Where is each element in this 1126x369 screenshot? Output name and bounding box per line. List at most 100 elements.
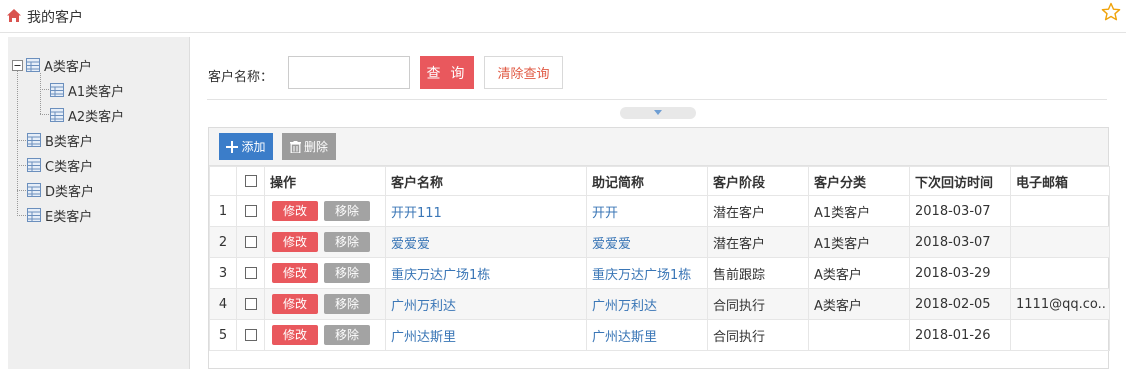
add-button-label: 添加 [241,140,266,154]
stage-cell: 潜在客户 [707,195,809,227]
col-header-actions: 操作 [264,166,386,196]
node-table-icon [50,83,64,97]
table-row[interactable]: 3 修改 移除 重庆万达广场1栋 重庆万达广场1栋 售前跟踪 A类客户 2018-… [209,257,1110,289]
tree-connector [17,165,26,166]
customer-grid: 添加 删除 操作 客户名称 助记简称 客户阶段 客户分类 下次回访时间 电子邮箱… [208,127,1110,369]
col-header-category[interactable]: 客户分类 [808,166,910,196]
row-select-cell [236,226,265,258]
customer-name-input[interactable] [288,56,410,89]
tree-node-label: B类客户 [45,134,93,150]
select-all-checkbox[interactable] [244,175,257,187]
collapse-search-handle[interactable] [620,107,696,119]
email-cell [1010,226,1110,258]
table-row[interactable]: 2 修改 移除 爱爱爱 爱爱爱 潜在客户 A1类客户 2018-03-07 [209,226,1110,258]
category-cell [808,319,910,351]
row-number: 3 [209,257,237,289]
clear-query-button[interactable]: 清除查询 [484,56,563,89]
favorite-star-icon[interactable] [1101,2,1121,22]
row-select-cell [236,195,265,227]
email-cell [1010,319,1110,351]
row-checkbox[interactable] [244,267,257,279]
edit-button[interactable]: 修改 [272,263,318,283]
node-table-icon [27,183,41,197]
row-checkbox[interactable] [244,329,257,341]
query-button[interactable]: 查 询 [420,56,474,89]
email-cell: 1111@qq.co.. [1010,288,1110,320]
short-name-link[interactable]: 广州达斯里 [586,319,708,351]
search-bar: 客户名称： 查 询 清除查询 [207,48,1107,100]
node-table-icon [27,133,41,147]
tree-node-label: D类客户 [45,184,95,200]
customer-name-label: 客户名称： [208,70,274,85]
tree-node-e[interactable]: E类客户 [27,206,93,225]
col-header-stage[interactable]: 客户阶段 [707,166,809,196]
node-table-icon [26,58,40,72]
remove-button[interactable]: 移除 [324,325,370,345]
email-cell [1010,195,1110,227]
row-select-cell [236,257,265,289]
customer-name-link[interactable]: 广州达斯里 [385,319,587,351]
table-row[interactable]: 1 修改 移除 开开111 开开 潜在客户 A1类客户 2018-03-07 [209,195,1110,227]
short-name-link[interactable]: 广州万利达 [586,288,708,320]
remove-button[interactable]: 移除 [324,201,370,221]
row-actions: 修改 移除 [264,226,386,258]
short-name-link[interactable]: 爱爱爱 [586,226,708,258]
remove-button[interactable]: 移除 [324,294,370,314]
tree-node-label: C类客户 [45,159,94,175]
col-header-rownum [209,166,237,196]
tree-node-a1[interactable]: A1类客户 [50,81,124,100]
tree-connector [17,215,26,216]
row-checkbox[interactable] [244,298,257,310]
category-cell: A类客户 [808,257,910,289]
remove-button[interactable]: 移除 [324,263,370,283]
customer-name-link[interactable]: 重庆万达广场1栋 [385,257,587,289]
customer-name-link[interactable]: 广州万利达 [385,288,587,320]
top-bar: 我的客户 [0,0,1126,33]
grid-toolbar: 添加 删除 [209,128,1108,166]
tree-node-d[interactable]: D类客户 [27,181,95,200]
edit-button[interactable]: 修改 [272,325,318,345]
col-header-customer-name[interactable]: 客户名称 [385,166,587,196]
trash-icon [289,140,301,153]
tree-node-c[interactable]: C类客户 [27,156,94,175]
stage-cell: 合同执行 [707,319,809,351]
tree-node-a2[interactable]: A2类客户 [50,106,124,125]
next-visit-cell: 2018-02-05 [909,288,1011,320]
edit-button[interactable]: 修改 [272,232,318,252]
col-header-next-visit[interactable]: 下次回访时间 [909,166,1011,196]
remove-button[interactable]: 移除 [324,232,370,252]
table-row[interactable]: 4 修改 移除 广州万利达 广州万利达 合同执行 A类客户 2018-02-05 … [209,288,1110,320]
next-visit-cell: 2018-03-29 [909,257,1011,289]
tree-connector [17,70,18,216]
table-row[interactable]: 5 修改 移除 广州达斯里 广州达斯里 合同执行 2018-01-26 [209,319,1110,351]
row-checkbox[interactable] [244,236,257,248]
stage-cell: 合同执行 [707,288,809,320]
tree-connector [40,89,49,90]
row-number: 5 [209,319,237,351]
row-actions: 修改 移除 [264,288,386,320]
next-visit-cell: 2018-01-26 [909,319,1011,351]
tree-node-label: E类客户 [45,209,93,225]
add-button[interactable]: 添加 [219,133,273,160]
delete-button[interactable]: 删除 [282,133,336,160]
category-tree: A类客户 A1类客户 A2类客户 B类客户 C类客户 D类客户 E类客户 [8,37,190,369]
short-name-link[interactable]: 重庆万达广场1栋 [586,257,708,289]
row-actions: 修改 移除 [264,319,386,351]
tree-node-b[interactable]: B类客户 [27,131,93,150]
customer-name-link[interactable]: 爱爱爱 [385,226,587,258]
next-visit-cell: 2018-03-07 [909,226,1011,258]
row-checkbox[interactable] [244,205,257,217]
delete-button-label: 删除 [303,140,328,154]
page-title: 我的客户 [27,10,83,26]
customer-name-link[interactable]: 开开111 [385,195,587,227]
stage-cell: 潜在客户 [707,226,809,258]
collapse-minus-icon[interactable] [12,59,23,71]
row-select-cell [236,319,265,351]
tree-node-a[interactable]: A类客户 [12,56,92,75]
col-header-email[interactable]: 电子邮箱 [1010,166,1110,196]
col-header-short-name[interactable]: 助记简称 [586,166,708,196]
short-name-link[interactable]: 开开 [586,195,708,227]
plus-icon [226,140,239,153]
edit-button[interactable]: 修改 [272,201,318,221]
edit-button[interactable]: 修改 [272,294,318,314]
